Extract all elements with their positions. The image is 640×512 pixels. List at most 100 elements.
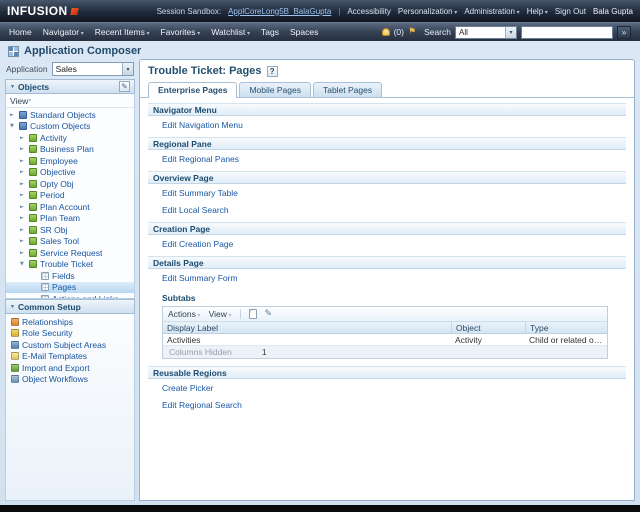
edit-regional-panes-link[interactable]: Edit Regional Panes bbox=[162, 154, 239, 164]
expander-icon[interactable]: ► bbox=[20, 135, 29, 141]
create-picker-link[interactable]: Create Picker bbox=[162, 383, 214, 393]
edit-objects-icon[interactable]: ✎ bbox=[119, 81, 130, 92]
objects-panel-header[interactable]: ▼ Objects ✎ bbox=[5, 79, 135, 94]
sidebar-item-label: Custom Subject Areas bbox=[22, 340, 106, 350]
custom-object-icon bbox=[29, 203, 37, 211]
tree-item-objective[interactable]: ► Objective bbox=[6, 167, 134, 179]
expander-icon[interactable]: ► bbox=[20, 158, 29, 164]
custom-object-icon bbox=[29, 249, 37, 257]
nav-favorites-menu[interactable]: Favorites bbox=[161, 27, 201, 37]
expander-icon[interactable]: ► bbox=[20, 146, 29, 152]
edit-creation-page-link[interactable]: Edit Creation Page bbox=[162, 239, 233, 249]
edit-summary-table-link[interactable]: Edit Summary Table bbox=[162, 188, 238, 198]
edit-subtab-icon[interactable]: ✎ bbox=[265, 310, 273, 319]
tree-item-label: Trouble Ticket bbox=[40, 259, 93, 269]
cell-object: Activity bbox=[451, 335, 525, 345]
table-row[interactable]: Activities Activity Child or related obj… bbox=[163, 334, 607, 346]
expander-icon[interactable]: ► bbox=[20, 192, 29, 198]
nav-watchlist-menu[interactable]: Watchlist bbox=[211, 27, 250, 37]
tree-item-fields[interactable]: Fields bbox=[6, 270, 134, 282]
sidebar-item-role-security[interactable]: Role Security bbox=[6, 328, 134, 340]
tree-item-standard-objects[interactable]: ► Standard Objects bbox=[6, 109, 134, 121]
personalization-menu[interactable]: Personalization bbox=[398, 7, 457, 16]
session-sandbox-link[interactable]: ApplCoreLong5B_BalaGupta bbox=[228, 7, 331, 16]
sidebar-item-object-workflows[interactable]: Object Workflows bbox=[6, 374, 134, 386]
help-icon[interactable]: ? bbox=[267, 66, 278, 77]
workflow-icon bbox=[11, 375, 19, 383]
sidebar-item-import-and-export[interactable]: Import and Export bbox=[6, 362, 134, 374]
tree-item-service-request[interactable]: ► Service Request bbox=[6, 247, 134, 259]
tree-item-label: Opty Obj bbox=[40, 179, 74, 189]
flag-icon[interactable]: ⚑ bbox=[408, 28, 416, 37]
column-header-object[interactable]: Object bbox=[451, 322, 525, 333]
common-setup-panel-header[interactable]: ▼ Common Setup bbox=[5, 299, 135, 314]
search-scope-select[interactable]: All ▾ bbox=[455, 26, 517, 39]
tree-item-actions-and-links[interactable]: Actions and Links bbox=[6, 293, 134, 298]
collapse-triangle-icon[interactable]: ▼ bbox=[10, 84, 15, 90]
expander-icon[interactable]: ► bbox=[20, 227, 29, 233]
expander-icon[interactable]: ▼ bbox=[10, 123, 19, 129]
column-header-type[interactable]: Type bbox=[525, 322, 607, 333]
edit-regional-search-link[interactable]: Edit Regional Search bbox=[162, 400, 242, 410]
search-go-button[interactable]: » bbox=[617, 26, 631, 39]
nav-navigator-menu[interactable]: Navigator bbox=[43, 27, 84, 37]
link-row: Edit Creation Page bbox=[148, 235, 626, 252]
expander-icon[interactable]: ► bbox=[20, 250, 29, 256]
expander-icon[interactable]: ▼ bbox=[20, 261, 29, 267]
sidebar-item-custom-subject-areas[interactable]: Custom Subject Areas bbox=[6, 339, 134, 351]
actions-links-icon bbox=[41, 295, 49, 298]
tab-enterprise-pages[interactable]: Enterprise Pages bbox=[148, 82, 237, 98]
help-menu[interactable]: Help bbox=[527, 7, 548, 16]
administration-menu[interactable]: Administration bbox=[464, 7, 519, 16]
tree-view-menu-button[interactable]: View bbox=[6, 94, 134, 108]
tree-item-period[interactable]: ► Period bbox=[6, 190, 134, 202]
search-input[interactable] bbox=[521, 26, 613, 39]
edit-summary-form-link[interactable]: Edit Summary Form bbox=[162, 273, 238, 283]
tree-item-opty-obj[interactable]: ► Opty Obj bbox=[6, 178, 134, 190]
tab-tablet-pages[interactable]: Tablet Pages bbox=[313, 82, 382, 97]
expander-icon[interactable]: ► bbox=[20, 204, 29, 210]
sidebar-item-label: Role Security bbox=[22, 328, 73, 338]
tab-mobile-pages[interactable]: Mobile Pages bbox=[239, 82, 311, 97]
accessibility-link[interactable]: Accessibility bbox=[347, 7, 391, 16]
edit-local-search-link[interactable]: Edit Local Search bbox=[162, 205, 229, 215]
link-row: Edit Summary Table bbox=[148, 184, 626, 201]
tree-item-trouble-ticket[interactable]: ▼ Trouble Ticket bbox=[6, 259, 134, 271]
tree-item-activity[interactable]: ► Activity bbox=[6, 132, 134, 144]
chevron-down-icon: ▾ bbox=[122, 63, 133, 75]
tree-item-label: Activity bbox=[40, 133, 67, 143]
nav-spaces[interactable]: Spaces bbox=[290, 27, 318, 37]
expander-icon[interactable]: ► bbox=[20, 181, 29, 187]
import-export-icon bbox=[11, 364, 19, 372]
notifications-bell-icon[interactable] bbox=[382, 28, 390, 36]
sidebar-item-relationships[interactable]: Relationships bbox=[6, 316, 134, 328]
edit-navigation-menu-link[interactable]: Edit Navigation Menu bbox=[162, 120, 243, 130]
expander-icon[interactable]: ► bbox=[20, 215, 29, 221]
tree-item-pages[interactable]: Pages bbox=[6, 282, 134, 294]
tree-item-sr-obj[interactable]: ► SR Obj bbox=[6, 224, 134, 236]
collapse-triangle-icon[interactable]: ▼ bbox=[10, 304, 15, 310]
subtabs-label: Subtabs bbox=[162, 293, 608, 303]
application-select[interactable]: Sales ▾ bbox=[52, 62, 134, 76]
sign-out-link[interactable]: Sign Out bbox=[555, 7, 586, 16]
nav-tags[interactable]: Tags bbox=[261, 27, 279, 37]
expander-icon[interactable]: ► bbox=[20, 238, 29, 244]
actions-menu-button[interactable]: Actions bbox=[168, 309, 201, 319]
tree-item-plan-team[interactable]: ► Plan Team bbox=[6, 213, 134, 225]
create-subtab-icon[interactable] bbox=[249, 309, 257, 319]
table-view-menu-button[interactable]: View bbox=[209, 309, 232, 319]
expander-icon[interactable]: ► bbox=[20, 169, 29, 175]
user-name: Bala Gupta bbox=[593, 7, 633, 16]
tree-item-custom-objects[interactable]: ▼ Custom Objects bbox=[6, 121, 134, 133]
tree-item-label: Period bbox=[40, 190, 65, 200]
nav-home[interactable]: Home bbox=[9, 27, 32, 37]
nav-recent-items-menu[interactable]: Recent Items bbox=[95, 27, 150, 37]
tree-item-sales-tool[interactable]: ► Sales Tool bbox=[6, 236, 134, 248]
tree-item-business-plan[interactable]: ► Business Plan bbox=[6, 144, 134, 156]
sidebar-item-email-templates[interactable]: E-Mail Templates bbox=[6, 351, 134, 363]
section-header-label: Reusable Regions bbox=[153, 368, 227, 378]
tree-item-employee[interactable]: ► Employee bbox=[6, 155, 134, 167]
expander-icon[interactable]: ► bbox=[10, 112, 19, 118]
tree-item-plan-account[interactable]: ► Plan Account bbox=[6, 201, 134, 213]
column-header-display-label[interactable]: Display Label bbox=[163, 323, 451, 333]
